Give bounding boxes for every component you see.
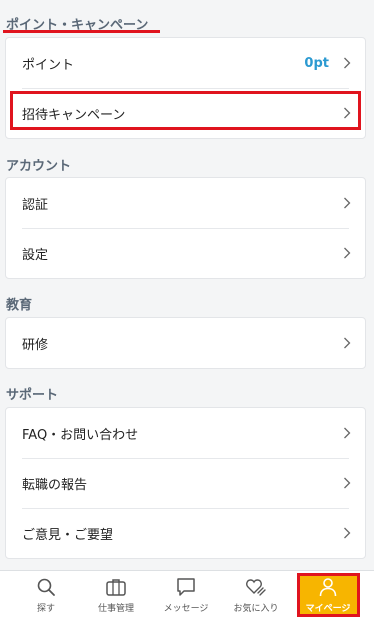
faq-label: FAQ・お問い合わせ	[22, 427, 139, 443]
chevron-right-icon	[343, 527, 351, 539]
mypage-content: ポイント・キャンペーン ポイント 0pt 招待キャンペーン アカウント 認証 設…	[0, 0, 374, 570]
points-value: 0pt	[304, 55, 329, 71]
job-change-report-row[interactable]: 転職の報告	[6, 458, 365, 508]
support-card: FAQ・お問い合わせ 転職の報告 ご意見・ご要望	[5, 407, 366, 559]
account-card: 認証 設定	[5, 177, 366, 279]
tab-favorites-label: お気に入り	[233, 604, 279, 614]
message-icon	[175, 576, 197, 598]
education-card: 研修	[5, 317, 366, 369]
tab-messages[interactable]: メッセージ	[151, 570, 221, 622]
tab-mypage-label: マイページ	[305, 604, 351, 614]
chevron-right-icon	[343, 107, 351, 119]
training-label: 研修	[22, 337, 49, 353]
points-card: ポイント 0pt 招待キャンペーン	[5, 37, 366, 139]
section-title-account: アカウント	[6, 159, 72, 174]
auth-row[interactable]: 認証	[6, 178, 365, 228]
tab-search-label: 探す	[36, 604, 55, 614]
settings-row[interactable]: 設定	[6, 228, 365, 278]
tab-job-management-label: 仕事管理	[97, 604, 134, 614]
tab-job-management[interactable]: 仕事管理	[81, 570, 151, 622]
invite-campaign-label: 招待キャンペーン	[22, 107, 126, 123]
tab-favorites[interactable]: お気に入り	[221, 570, 291, 622]
chevron-right-icon	[343, 57, 351, 69]
section-title-support: サポート	[6, 388, 59, 403]
section-title-education: 教育	[6, 298, 33, 313]
person-icon	[317, 576, 339, 598]
feedback-label: ご意見・ご要望	[22, 527, 114, 543]
chevron-right-icon	[343, 427, 351, 439]
job-change-report-label: 転職の報告	[22, 477, 88, 493]
faq-row[interactable]: FAQ・お問い合わせ	[6, 408, 365, 458]
settings-label: 設定	[22, 247, 49, 263]
briefcase-icon	[105, 576, 127, 598]
chevron-right-icon	[343, 247, 351, 259]
search-icon	[35, 576, 57, 598]
points-row[interactable]: ポイント 0pt	[6, 38, 365, 88]
tab-mypage[interactable]: マイページ	[293, 570, 363, 622]
chevron-right-icon	[343, 337, 351, 349]
chevron-right-icon	[343, 197, 351, 209]
auth-label: 認証	[22, 197, 49, 213]
training-row[interactable]: 研修	[6, 318, 365, 368]
highlight-underline	[3, 30, 160, 33]
chevron-right-icon	[343, 477, 351, 489]
tab-search[interactable]: 探す	[11, 570, 81, 622]
feedback-row[interactable]: ご意見・ご要望	[6, 508, 365, 558]
heart-icon	[245, 576, 267, 598]
points-label: ポイント	[22, 57, 75, 73]
tab-messages-label: メッセージ	[163, 604, 209, 614]
invite-campaign-row[interactable]: 招待キャンペーン	[6, 88, 365, 138]
